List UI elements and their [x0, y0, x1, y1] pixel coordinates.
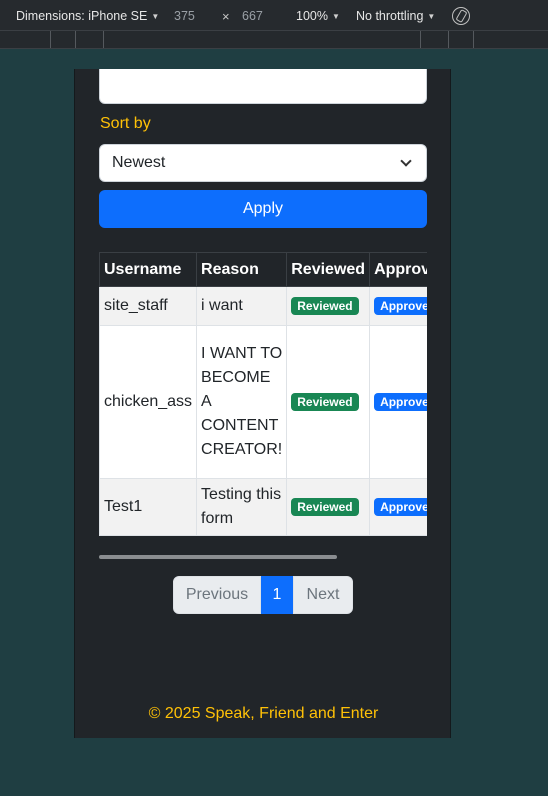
page-1-button[interactable]: 1: [261, 576, 293, 614]
approved-badge: Approved: [374, 393, 427, 411]
devtools-toolbar: Dimensions: iPhone SE ▼ 375 × 667 100% ▼…: [0, 0, 548, 31]
table-header-row: Username Reason Reviewed Approv: [99, 252, 427, 287]
header-username: Username: [99, 252, 198, 287]
ruler-tick: [75, 31, 76, 48]
zoom-value: 100%: [296, 9, 328, 23]
caret-down-icon: ▼: [427, 11, 436, 21]
approved-badge: Approved: [374, 297, 427, 315]
approved-badge: Approved: [374, 498, 427, 516]
ruler-tick: [473, 31, 474, 48]
footer-copyright: © 2025 Speak, Friend and Enter: [148, 705, 379, 722]
table-row: Test1 Testing this form Reviewed Approve…: [99, 478, 427, 536]
media-query-ruler: [0, 31, 548, 49]
device-label: Dimensions: iPhone SE: [16, 9, 148, 23]
reviewed-badge: Reviewed: [291, 393, 359, 411]
cell-reason: I WANT TO BECOME A CONTENT CREATOR!: [196, 325, 288, 479]
pagination: Previous 1 Next: [173, 576, 353, 614]
throttle-dropdown[interactable]: No throttling ▼: [356, 9, 435, 23]
height-input[interactable]: 667: [242, 9, 290, 23]
cell-reviewed: Reviewed: [286, 325, 371, 479]
reviewed-badge: Reviewed: [291, 498, 359, 516]
ruler-tick: [448, 31, 449, 48]
previous-page-button[interactable]: Previous: [173, 576, 261, 614]
header-approved: Approv: [369, 252, 427, 287]
device-dropdown[interactable]: Dimensions: iPhone SE ▼: [16, 9, 159, 23]
cell-username: site_staff: [99, 286, 198, 326]
cell-approved: Approved: [369, 478, 427, 536]
chevron-down-icon: [400, 155, 412, 167]
cell-reviewed: Reviewed: [286, 286, 371, 326]
throttle-value: No throttling: [356, 9, 424, 23]
width-value: 375: [174, 9, 195, 23]
table-horizontal-scrollbar[interactable]: [99, 555, 337, 559]
table-row: site_staff i want Reviewed Approved: [99, 286, 427, 326]
cell-username: Test1: [99, 478, 198, 536]
apply-button[interactable]: Apply: [99, 190, 427, 228]
sort-select[interactable]: Newest: [99, 144, 427, 182]
ruler-tick: [420, 31, 421, 48]
device-viewport: Sort by Newest Apply Username Reason Rev…: [74, 69, 451, 738]
caret-down-icon: ▼: [151, 11, 160, 21]
requests-table-container[interactable]: Username Reason Reviewed Approv site_sta…: [99, 252, 427, 536]
cell-reason: i want: [196, 286, 288, 326]
width-input[interactable]: 375: [174, 9, 222, 23]
ruler-tick: [103, 31, 104, 48]
zoom-dropdown[interactable]: 100% ▼: [296, 9, 340, 23]
rotate-icon[interactable]: [452, 7, 470, 25]
height-value: 667: [242, 9, 263, 23]
text-input[interactable]: [99, 69, 427, 104]
caret-down-icon: ▼: [331, 11, 340, 21]
cell-username: chicken_ass: [99, 325, 198, 479]
reviewed-badge: Reviewed: [291, 297, 359, 315]
next-page-button[interactable]: Next: [293, 576, 353, 614]
header-reviewed: Reviewed: [286, 252, 371, 287]
sort-label: Sort by: [100, 115, 151, 132]
cell-reason: Testing this form: [196, 478, 288, 536]
header-reason: Reason: [196, 252, 288, 287]
requests-table: Username Reason Reviewed Approv site_sta…: [99, 252, 427, 536]
times-icon: ×: [222, 9, 230, 24]
ruler-tick: [50, 31, 51, 48]
cell-reviewed: Reviewed: [286, 478, 371, 536]
table-row: chicken_ass I WANT TO BECOME A CONTENT C…: [99, 325, 427, 479]
sort-selected-value: Newest: [112, 154, 166, 171]
cell-approved: Approved: [369, 325, 427, 479]
cell-approved: Approved: [369, 286, 427, 326]
